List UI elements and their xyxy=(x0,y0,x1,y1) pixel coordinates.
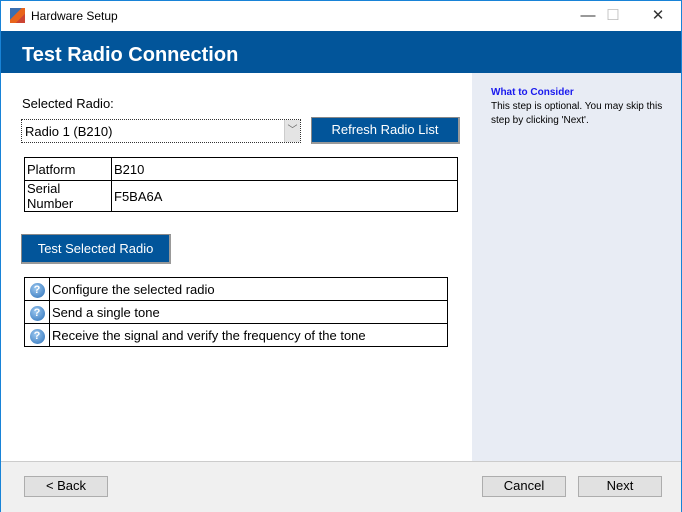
step-text: Configure the selected radio xyxy=(49,277,448,301)
table-row: ? Send a single tone xyxy=(24,300,448,324)
info-value: F5BA6A xyxy=(111,180,458,212)
info-key: Platform xyxy=(24,157,112,181)
chevron-down-icon[interactable]: ﹀ xyxy=(284,120,300,142)
help-icon: ? xyxy=(29,328,45,344)
help-icon: ? xyxy=(29,282,45,298)
table-row: Platform B210 xyxy=(24,157,458,181)
table-row: ? Receive the signal and verify the frequ… xyxy=(24,323,448,347)
info-key: Serial Number xyxy=(24,180,112,212)
info-value: B210 xyxy=(111,157,458,181)
side-text: This step is optional. You may skip this… xyxy=(491,101,663,126)
radio-info-table: Platform B210 Serial Number F5BA6A xyxy=(24,157,458,212)
selected-radio-label: Selected Radio: xyxy=(22,96,114,111)
side-heading: What to Consider xyxy=(491,87,574,98)
side-panel xyxy=(472,73,681,461)
radio-select-value: Radio 1 (B210) xyxy=(25,124,113,139)
table-row: ? Configure the selected radio xyxy=(24,277,448,301)
cancel-button[interactable]: Cancel xyxy=(482,476,566,497)
next-button[interactable]: Next xyxy=(578,476,662,497)
radio-select[interactable]: Radio 1 (B210) ﹀ xyxy=(21,119,301,143)
maximize-button[interactable]: ☐ xyxy=(598,5,628,27)
step-text: Send a single tone xyxy=(49,300,448,324)
step-text: Receive the signal and verify the freque… xyxy=(49,323,448,347)
window-title: Hardware Setup xyxy=(31,9,118,23)
refresh-radio-list-button[interactable]: Refresh Radio List xyxy=(311,117,460,144)
help-icon: ? xyxy=(29,305,45,321)
table-row: Serial Number F5BA6A xyxy=(24,180,458,212)
test-selected-radio-button[interactable]: Test Selected Radio xyxy=(21,234,171,264)
back-button[interactable]: < Back xyxy=(24,476,108,497)
steps-table: ? Configure the selected radio ? Send a si… xyxy=(24,277,448,347)
hardware-setup-window: Hardware Setup — ☐ ✕ Test Radio Connecti… xyxy=(0,0,682,512)
page-title: Test Radio Connection xyxy=(22,44,239,66)
matlab-icon xyxy=(10,8,25,23)
close-button[interactable]: ✕ xyxy=(643,5,673,27)
